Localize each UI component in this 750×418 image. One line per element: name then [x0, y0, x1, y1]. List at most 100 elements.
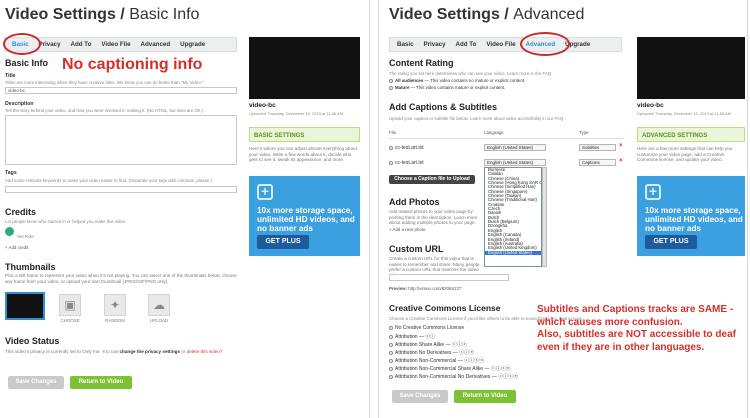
tab-privacy[interactable]: Privacy [419, 41, 451, 48]
cc-option[interactable]: Attribution Share Alike — ⓒⓘⓢ [389, 341, 467, 348]
tab-add-to[interactable]: Add To [66, 41, 97, 48]
annotation-no-captioning: No captioning info [62, 56, 203, 73]
photos-title: Add Photos [389, 197, 440, 207]
language-select-2[interactable]: English (United States) [484, 159, 546, 166]
get-plus-button[interactable]: GET PLUS [257, 235, 309, 249]
return-to-video-button[interactable]: Return to Video [70, 376, 132, 389]
plus-ad[interactable]: + 10x more storage space, unlimited HD v… [249, 176, 360, 256]
basic-settings-box: BASIC SETTINGS [249, 127, 360, 142]
tab-basic[interactable]: Basic [392, 41, 419, 48]
tab-advanced[interactable]: Advanced [136, 41, 176, 48]
add-photo-link[interactable]: + Add a new photo [389, 227, 426, 232]
upload-icon[interactable]: ☁ [148, 294, 170, 316]
preview-label: Preview: [389, 286, 408, 291]
cc-option-label: Attribution Non-Commercial — ⓒⓘⓢⓝ [395, 358, 485, 364]
plus-icon: + [645, 184, 661, 200]
annotation-subtitles-captions: Subtitles and Captions tracks are SAME -… [537, 304, 736, 353]
cc-option[interactable]: No Creative Commons License [389, 325, 464, 331]
cc-option-label: Attribution No Derivatives — ⓒⓘⓔ [395, 350, 475, 356]
type-select-1[interactable]: Subtitles [579, 144, 616, 151]
language-select-1[interactable]: English (United States) [484, 144, 546, 151]
file-1-name: cc-test.art.txt [395, 145, 424, 151]
delete-video-link[interactable]: delete this video? [187, 349, 223, 354]
advanced-settings-box: ADVANCED SETTINGS [637, 127, 745, 142]
return-to-video-button[interactable]: Return to Video [454, 390, 516, 403]
tab-upgrade[interactable]: Upgrade [175, 41, 210, 48]
cc-option-label: No Creative Commons License [395, 325, 465, 331]
credit-role[interactable]: Set Role [17, 234, 34, 239]
upload-caption-button[interactable]: Choose a Caption file to Upload [389, 175, 475, 184]
cc-option[interactable]: Attribution — ⓒⓘ [389, 333, 435, 340]
cc-option-label: Attribution Non-Commercial No Derivative… [395, 374, 519, 380]
random-label: RANDOM [105, 318, 125, 323]
highlight-circle [520, 32, 570, 56]
checkbox-icon[interactable] [389, 160, 393, 165]
cc-option-label: Attribution — ⓒⓘ [395, 334, 436, 340]
random-icon[interactable]: ✦ [104, 294, 126, 316]
get-plus-button[interactable]: GET PLUS [645, 235, 697, 249]
page-title: Video Settings / Basic Info [5, 6, 200, 23]
avatar [5, 227, 14, 236]
title-input[interactable]: video-bc [5, 87, 237, 94]
description-label: Description [5, 101, 34, 107]
checkbox-icon[interactable] [389, 145, 393, 150]
radio-icon [389, 366, 393, 371]
save-changes-button[interactable]: Save Changes [392, 390, 448, 403]
rating-all-label: All audiences [395, 78, 424, 83]
tags-label: Tags [5, 170, 17, 176]
sidebar-text: Here are a few more settings that can he… [637, 146, 733, 163]
rating-all-option[interactable]: All audiences — This video contains no m… [389, 78, 525, 83]
cc-option[interactable]: Attribution Non-Commercial Share Alike —… [389, 365, 511, 372]
settings-tabs: Basic Privacy Add To Video File Advanced… [389, 37, 622, 52]
description-textarea[interactable] [5, 115, 237, 165]
cc-option[interactable]: Attribution No Derivatives — ⓒⓘⓔ [389, 349, 474, 356]
tab-video-file[interactable]: Video File [481, 41, 520, 48]
caption-file-2: cc-test.art.txt [389, 160, 424, 166]
radio-icon [389, 358, 393, 363]
plus-ad[interactable]: + 10x more storage space, unlimited HD v… [637, 176, 745, 256]
status-prefix: This video's privacy is currently set to… [5, 349, 119, 354]
page-title-sub: Basic Info [129, 6, 200, 23]
ad-text: 10x more storage space, unlimited HD vid… [257, 206, 355, 233]
delete-icon[interactable]: × [619, 158, 623, 164]
save-changes-button[interactable]: Save Changes [8, 376, 64, 389]
cc-option[interactable]: Attribution Non-Commercial — ⓒⓘⓢⓝ [389, 357, 484, 364]
file-2-name: cc-test.art.txt [395, 160, 424, 166]
video-name: video-bc [637, 102, 664, 109]
tab-add-to[interactable]: Add To [451, 41, 482, 48]
credits-title: Credits [5, 207, 37, 217]
uploaded-date: Uploaded Thursday, December 19, 2013 at … [249, 111, 344, 116]
thumbnails-hint: Pick a still frame to represent your vid… [5, 273, 237, 284]
dropdown-scrollbar[interactable] [542, 167, 547, 267]
custom-url-input[interactable] [389, 274, 509, 281]
thumbnails-title: Thumbnails [5, 262, 56, 272]
tags-input[interactable] [5, 186, 237, 193]
cc-option[interactable]: Attribution Non-Commercial No Derivative… [389, 373, 518, 380]
captions-title: Add Captions & Subtitles [389, 102, 497, 112]
content-rating-hint: The rating you set here determines who c… [389, 71, 552, 76]
video-name: video-bc [249, 102, 276, 109]
radio-icon [389, 325, 393, 330]
video-preview[interactable] [249, 37, 360, 99]
choose-label: CHOOSE [60, 318, 80, 323]
rating-mature-option[interactable]: Mature — This video contains mature or e… [389, 85, 505, 90]
page-title-main: Video Settings [389, 6, 500, 23]
language-option-selected[interactable]: English (United States) [485, 250, 541, 255]
divider [389, 138, 624, 139]
sidebar-text: Here's where you can adjust almost every… [249, 146, 357, 163]
tags-hint: Add some relevant keywords to make your … [5, 178, 212, 183]
type-select-2[interactable]: Captions [579, 159, 616, 166]
delete-icon[interactable]: × [619, 143, 623, 149]
video-preview[interactable] [637, 37, 745, 99]
url-preview: Preview: http://vimeo.com/82068137 [389, 286, 461, 291]
upload-label: UPLOAD [149, 318, 169, 323]
col-file: File [389, 130, 397, 135]
current-thumbnail[interactable] [5, 292, 45, 320]
add-credit-link[interactable]: + Add credit [5, 245, 28, 250]
language-dropdown[interactable]: Burmese Catalan Chinese (China) Chinese … [484, 167, 542, 267]
page-title-sub: Advanced [513, 6, 585, 23]
choose-icon[interactable]: ▣ [59, 294, 81, 316]
privacy-settings-link[interactable]: change the privacy settings [120, 349, 181, 354]
tab-video-file[interactable]: Video File [96, 41, 135, 48]
photos-hint: Add related photos to your video page by… [389, 209, 478, 226]
